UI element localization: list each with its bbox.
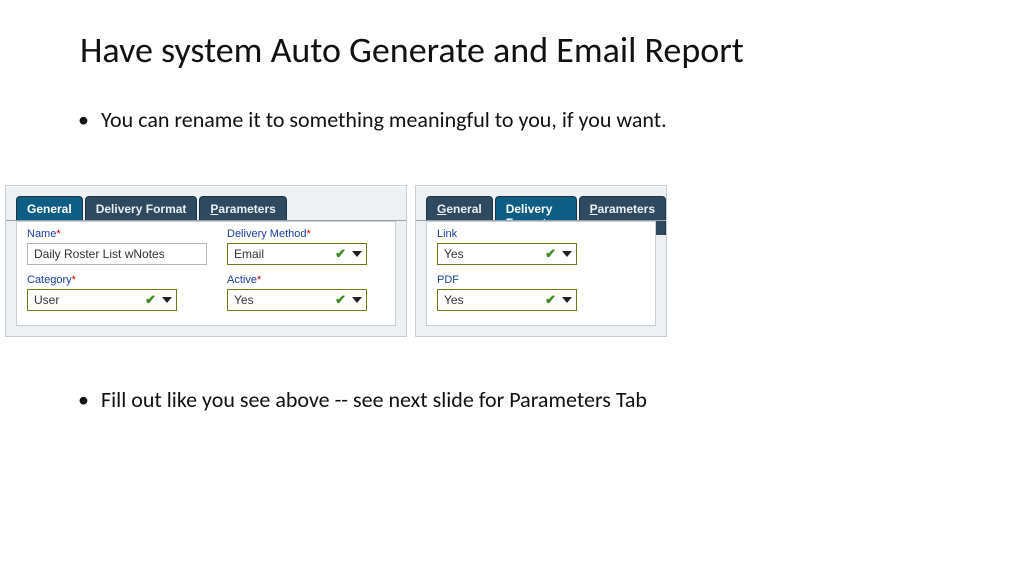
form-card-delivery: Link Yes ✔ PDF Yes ✔ <box>426 221 656 326</box>
bullet-2-text: Fill out like you see above -- see next … <box>101 386 647 413</box>
tab-general-right-rest: eneral <box>446 202 481 216</box>
label-category: Category* <box>27 274 177 286</box>
tab-general-right-accel: G <box>437 202 446 216</box>
page-title: Have system Auto Generate and Email Repo… <box>80 28 744 72</box>
tab-general-label: General <box>27 202 72 216</box>
label-active: Active* <box>227 274 367 286</box>
check-icon: ✔ <box>545 292 556 308</box>
chevron-down-icon <box>352 251 362 257</box>
select-category[interactable]: User ✔ <box>27 289 177 311</box>
input-name-value: Daily Roster List wNotes <box>34 247 202 261</box>
chevron-down-icon <box>562 297 572 303</box>
bullet-1: • You can rename it to something meaning… <box>78 106 958 133</box>
slide: Have system Auto Generate and Email Repo… <box>0 0 1024 576</box>
check-icon: ✔ <box>335 292 346 308</box>
field-pdf: PDF Yes ✔ <box>437 274 577 311</box>
field-delivery-method: Delivery Method* Email ✔ <box>227 228 367 265</box>
select-category-value: User <box>34 293 145 307</box>
bullet-1-text: You can rename it to something meaningfu… <box>101 106 667 133</box>
select-active[interactable]: Yes ✔ <box>227 289 367 311</box>
select-link-value: Yes <box>444 247 545 261</box>
chevron-down-icon <box>352 297 362 303</box>
chevron-down-icon <box>562 251 572 257</box>
select-pdf-value: Yes <box>444 293 545 307</box>
label-delivery-method: Delivery Method* <box>227 228 367 240</box>
check-icon: ✔ <box>145 292 156 308</box>
tab-general[interactable]: General <box>16 196 83 221</box>
bullet-dot-icon: • <box>78 106 96 133</box>
select-delivery-method-value: Email <box>234 247 335 261</box>
label-link: Link <box>437 228 577 240</box>
label-name: Name* <box>27 228 207 240</box>
bullet-2: • Fill out like you see above -- see nex… <box>78 386 958 413</box>
field-link: Link Yes ✔ <box>437 228 577 265</box>
check-icon: ✔ <box>545 246 556 262</box>
panel-general: General Delivery Format Parameters Name*… <box>5 185 407 337</box>
panel-delivery-format: General Delivery Format Parameters Link … <box>415 185 667 337</box>
field-active: Active* Yes ✔ <box>227 274 367 311</box>
tab-delivery-format-label: Delivery Format <box>96 202 187 216</box>
select-pdf[interactable]: Yes ✔ <box>437 289 577 311</box>
tabbar-left: General Delivery Format Parameters <box>16 196 287 221</box>
tab-parameters-right-accel: P <box>590 202 598 216</box>
bullet-dot-icon: • <box>78 386 96 413</box>
select-delivery-method[interactable]: Email ✔ <box>227 243 367 265</box>
chevron-down-icon <box>162 297 172 303</box>
select-link[interactable]: Yes ✔ <box>437 243 577 265</box>
form-card-general: Name* Daily Roster List wNotes Category*… <box>16 221 396 326</box>
field-category: Category* User ✔ <box>27 274 177 311</box>
tab-parameters-right-rest: arameters <box>598 202 655 216</box>
tab-parameters-rest: arameters <box>218 202 275 216</box>
check-icon: ✔ <box>335 246 346 262</box>
field-name: Name* Daily Roster List wNotes <box>27 228 207 265</box>
select-active-value: Yes <box>234 293 335 307</box>
tab-parameters[interactable]: Parameters <box>199 196 286 221</box>
label-pdf: PDF <box>437 274 577 286</box>
tab-delivery-format[interactable]: Delivery Format <box>85 196 198 221</box>
input-name[interactable]: Daily Roster List wNotes <box>27 243 207 265</box>
